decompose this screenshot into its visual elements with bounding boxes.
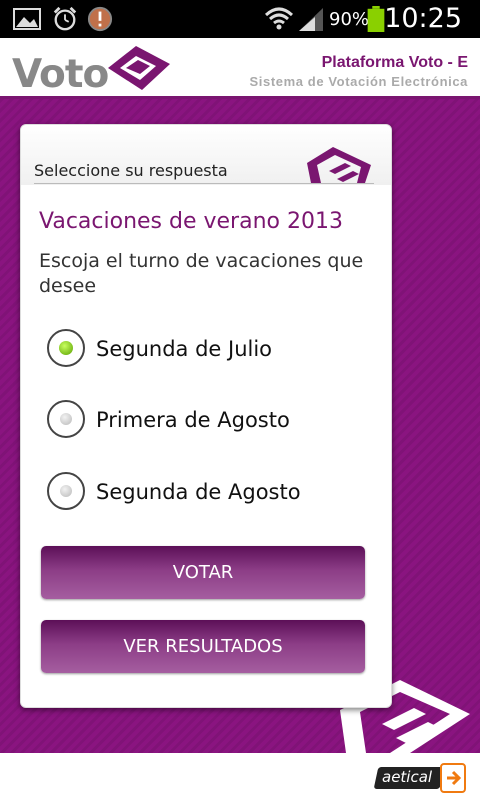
- logo-mark-icon: [108, 46, 170, 90]
- footer: aetical: [0, 753, 480, 800]
- option-label: Primera de Agosto: [96, 408, 290, 432]
- radio-dot: [60, 413, 72, 425]
- question-card: Seleccione su respuesta Vacaciones de ve…: [20, 124, 392, 708]
- card-divider: [34, 183, 374, 184]
- app-header: Voto Plataforma Voto - E Sistema de Vota…: [0, 38, 480, 99]
- card-label: Seleccione su respuesta: [34, 161, 228, 180]
- card-logo-icon: [307, 147, 371, 183]
- battery-icon: [367, 6, 385, 32]
- radio-selected-dot: [59, 341, 73, 355]
- aetical-brand-text: aetical: [382, 768, 433, 786]
- clock: 10:25: [384, 3, 462, 34]
- wifi-icon: [264, 7, 294, 30]
- option-label: Segunda de Agosto: [96, 480, 301, 504]
- radio-button[interactable]: [47, 400, 85, 438]
- status-bar: 90% 10:25: [0, 0, 480, 38]
- arrow-right-icon: [440, 763, 466, 793]
- vote-button[interactable]: VOTAR: [41, 546, 365, 599]
- aetical-logo: aetical: [373, 763, 466, 793]
- radio-button[interactable]: [47, 472, 85, 510]
- radio-dot: [60, 485, 72, 497]
- image-icon: [13, 8, 41, 30]
- option-segunda-agosto[interactable]: Segunda de Agosto: [47, 472, 367, 516]
- logo-text: Voto: [12, 52, 109, 97]
- radio-button[interactable]: [47, 329, 85, 367]
- alarm-icon: [53, 6, 77, 31]
- question-title: Vacaciones de verano 2013: [39, 209, 343, 234]
- signal-icon: [299, 8, 323, 31]
- header-title: Plataforma Voto - E: [321, 54, 468, 71]
- option-primera-agosto[interactable]: Primera de Agosto: [47, 400, 367, 444]
- question-text: Escoja el turno de vacaciones que desee: [39, 250, 364, 297]
- option-segunda-julio[interactable]: Segunda de Julio: [47, 329, 367, 373]
- view-results-button[interactable]: VER RESULTADOS: [41, 620, 365, 673]
- warning-icon: [87, 6, 113, 32]
- option-label: Segunda de Julio: [96, 337, 273, 361]
- header-subtitle: Sistema de Votación Electrónica: [249, 74, 468, 89]
- battery-percent: 90%: [329, 9, 370, 30]
